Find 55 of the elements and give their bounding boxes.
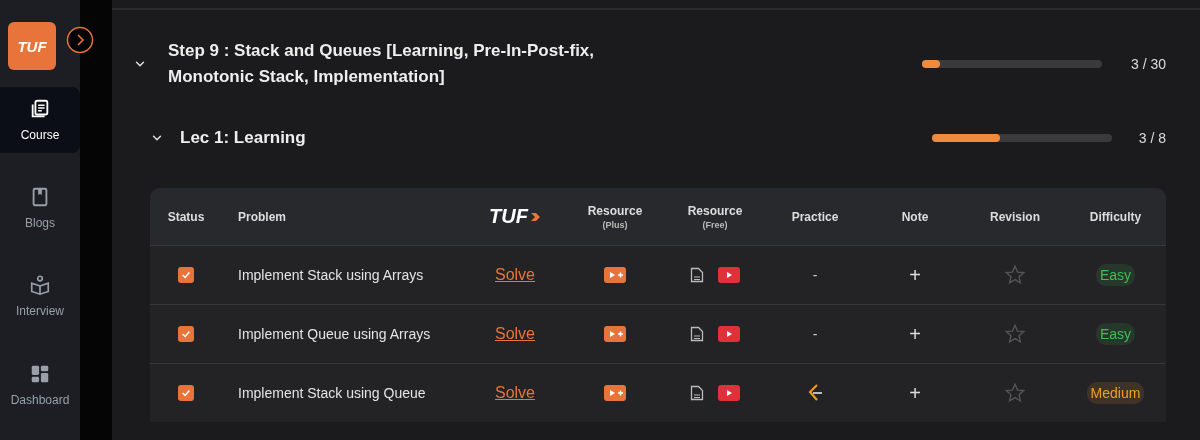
nav-item[interactable]: Course bbox=[0, 86, 80, 153]
solve-link[interactable]: Solve bbox=[495, 266, 535, 284]
tuf-logo: TUF bbox=[489, 205, 541, 228]
column-header: Problem bbox=[238, 209, 286, 224]
difficulty-badge: Medium bbox=[1086, 382, 1145, 404]
column-header: Revision bbox=[990, 209, 1040, 224]
difficulty-badge: Easy bbox=[1095, 264, 1136, 286]
column-subheader: (Plus) bbox=[602, 219, 628, 230]
problem-name: Implement Stack using Arrays bbox=[238, 267, 424, 283]
check-icon bbox=[181, 388, 191, 398]
document-icon[interactable] bbox=[690, 326, 704, 342]
problem-name: Implement Stack using Queue bbox=[238, 385, 426, 401]
star-icon[interactable] bbox=[1004, 264, 1026, 286]
nav-item[interactable]: Dashboard bbox=[0, 351, 80, 419]
reader-icon bbox=[29, 274, 51, 297]
add-note-button[interactable]: + bbox=[909, 383, 921, 403]
star-icon[interactable] bbox=[1004, 323, 1026, 345]
column-header: Difficulty bbox=[1089, 209, 1142, 224]
checkbox[interactable] bbox=[178, 267, 194, 283]
column-header: Resource bbox=[687, 203, 743, 218]
dash-text: - bbox=[812, 326, 818, 342]
solve-link[interactable]: Solve bbox=[495, 384, 535, 402]
document-icon[interactable] bbox=[690, 385, 704, 401]
column-subheader: (Free) bbox=[702, 219, 728, 230]
video-plus-icon[interactable] bbox=[604, 385, 626, 401]
check-icon bbox=[181, 329, 191, 339]
practice-icon[interactable] bbox=[806, 383, 824, 403]
progress-count: 3 / 30 bbox=[1129, 56, 1166, 72]
column-header: Note bbox=[901, 209, 929, 224]
youtube-icon[interactable] bbox=[718, 385, 740, 401]
youtube-icon[interactable] bbox=[718, 267, 740, 283]
progress-count: 3 / 8 bbox=[1137, 130, 1166, 146]
section-title: Lec 1: Learning bbox=[180, 127, 307, 149]
column-header: Status bbox=[167, 209, 205, 224]
add-note-button[interactable]: + bbox=[909, 265, 921, 285]
nav-item[interactable]: Interview bbox=[0, 263, 80, 330]
star-icon[interactable] bbox=[1004, 382, 1026, 404]
document-icon[interactable] bbox=[690, 267, 704, 283]
section-title: Step 9 : Stack and Queues [Learning, Pre-In-Post-fix, Monotonic Stack, Implementation] bbox=[168, 40, 596, 88]
dash-text: - bbox=[812, 267, 818, 283]
solve-link[interactable]: Solve bbox=[495, 325, 535, 343]
video-plus-icon[interactable] bbox=[604, 267, 626, 283]
checkbox[interactable] bbox=[178, 385, 194, 401]
column-header: Resource bbox=[587, 203, 643, 218]
problem-name: Implement Queue using Arrays bbox=[238, 326, 431, 342]
course-icon bbox=[29, 97, 51, 120]
add-note-button[interactable]: + bbox=[909, 324, 921, 344]
video-plus-icon[interactable] bbox=[604, 326, 626, 342]
youtube-icon[interactable] bbox=[718, 326, 740, 342]
checkbox[interactable] bbox=[178, 326, 194, 342]
nav-item[interactable]: Blogs bbox=[0, 174, 80, 242]
expand-icon[interactable] bbox=[66, 26, 94, 54]
column-header: Practice bbox=[791, 209, 839, 224]
difficulty-badge: Easy bbox=[1095, 323, 1136, 345]
check-icon bbox=[181, 270, 191, 280]
